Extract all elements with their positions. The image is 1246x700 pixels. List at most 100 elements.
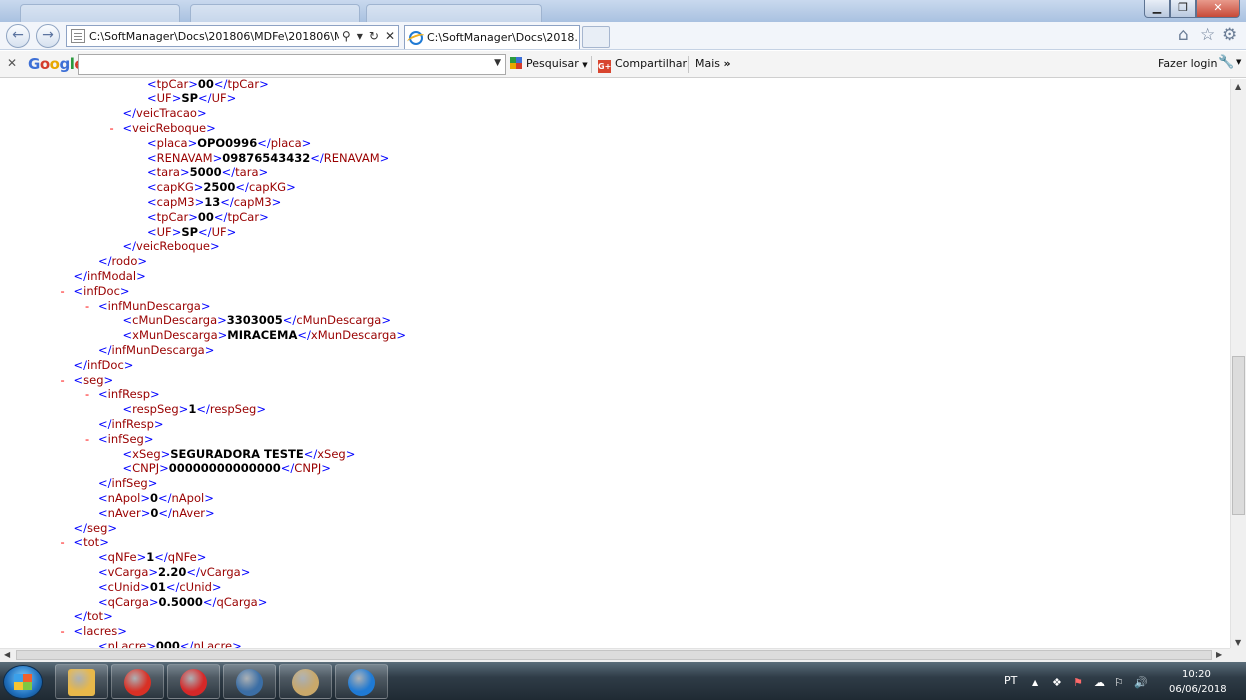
horizontal-scroll-thumb[interactable] [16,650,1212,660]
xml-line: </veicReboque> [123,239,220,254]
xml-tag-name: infSeg [111,476,148,491]
scroll-right-arrow-icon[interactable]: ▶ [1216,650,1222,659]
home-icon[interactable]: ⌂ [1178,25,1189,45]
xml-tag-name: CNPJ [294,461,322,476]
forward-button[interactable]: → [36,24,60,48]
network-error-icon[interactable]: ⚑ [1073,676,1083,689]
volume-icon[interactable]: 🔊 [1134,676,1148,689]
pesquisar-button[interactable]: Pesquisar ▼ [510,57,588,70]
background-tab[interactable] [190,4,360,22]
favorites-star-icon[interactable]: ☆ [1200,25,1215,45]
background-tab[interactable] [366,4,542,22]
google-toolbar: ✕ Google ▼ Pesquisar ▼ G+Compartilhar Ma… [0,51,1246,78]
xml-tag-name: UF [211,91,227,106]
google-search-input[interactable]: ▼ [78,54,506,75]
xml-value: 00 [197,79,214,91]
collapse-toggle[interactable]: - [110,121,114,136]
clock-time[interactable]: 10:20 [1182,669,1211,680]
taskbar-app-file-explorer[interactable] [55,664,108,699]
xml-line: <respSeg>1</respSeg> [123,402,267,417]
collapse-toggle[interactable]: - [85,387,89,402]
dropdown-arrow-icon[interactable]: ▼ [357,32,363,41]
taskbar-app-dx[interactable] [167,664,220,699]
navigation-bar: ← → C:\SoftManager\Docs\201806\MDFe\2018… [0,22,1246,50]
xml-tag-name: tot [83,535,100,550]
xml-tag-name: rodo [111,254,138,269]
xml-bracket: </ [280,461,295,476]
xml-bracket: > [256,402,267,417]
clock-date[interactable]: 06/06/2018 [1169,684,1227,695]
xml-bracket: < [98,564,108,579]
xml-line: <qCarga>0.5000</qCarga> [98,595,267,610]
xml-line: <tpCar>00</tpCar> [147,79,269,92]
background-tab[interactable] [20,4,180,22]
xml-tag-name: xMunDescarga [132,328,218,343]
compartilhar-button[interactable]: G+ Compartilhar [598,57,687,73]
xml-bracket: < [147,224,157,239]
xml-tag-name: nApol [107,490,141,505]
xml-tag-name: capKG [156,180,194,195]
collapse-toggle[interactable]: - [85,432,89,447]
xml-line: - <tot> [61,535,109,550]
xml-line: <nLacre>000</nLacre> [98,639,242,648]
scroll-left-arrow-icon[interactable]: ◀ [4,650,10,659]
ie-tab-icon [409,30,423,45]
dropdown-arrow-icon[interactable]: ▼ [1236,58,1241,66]
active-tab[interactable]: C:\SoftManager\Docs\2018... [404,25,580,49]
refresh-icon[interactable]: ↻ [369,29,379,43]
wrench-icon[interactable]: 🔧 [1218,55,1234,70]
taskbar-app-chrome[interactable] [111,664,164,699]
xml-bracket: </ [196,402,210,417]
xml-bracket: > [159,461,169,476]
xml-bracket: > [259,79,269,91]
xml-bracket: < [98,594,108,609]
xml-bracket: </ [235,180,249,195]
xml-line: </infResp> [98,417,164,432]
back-arrow-icon: ← [12,27,24,43]
xml-value: 2.20 [158,564,187,579]
language-indicator[interactable]: PT [1004,674,1017,687]
collapse-toggle[interactable]: - [61,284,65,299]
login-link[interactable]: Fazer login [1158,57,1217,70]
search-icon[interactable]: ⚲ [342,29,351,43]
close-window-button[interactable]: ✕ [1196,0,1240,18]
taskbar-app-internet-explorer[interactable] [335,664,388,699]
xml-tag-name: capKG [248,180,287,195]
close-toolbar-icon[interactable]: ✕ [7,56,17,70]
xml-line: <RENAVAM>09876543432</RENAVAM> [147,151,389,166]
maximize-button[interactable]: ❐ [1170,0,1196,18]
action-center-flag-icon[interactable]: ⚐ [1114,676,1124,689]
address-bar[interactable]: C:\SoftManager\Docs\201806\MDFe\201806\M… [66,25,399,47]
settings-gear-icon[interactable]: ⚙ [1222,25,1237,45]
scroll-up-arrow-icon[interactable]: ▲ [1235,82,1241,91]
xml-bracket: < [122,328,133,343]
address-url[interactable]: C:\SoftManager\Docs\201806\MDFe\201806\M… [89,30,339,43]
taskbar-app-postgresql[interactable] [223,664,276,699]
back-button[interactable]: ← [6,24,30,48]
xml-tag-name: lacres [83,624,118,639]
scroll-down-arrow-icon[interactable]: ▼ [1235,638,1241,647]
dropdown-arrow-icon[interactable]: ▼ [494,58,501,68]
dropbox-icon[interactable]: ❖ [1052,676,1062,689]
xml-tag-name: nAver [171,505,205,520]
collapse-toggle[interactable]: - [61,373,65,388]
cloud-icon[interactable]: ☁ [1094,676,1105,689]
minimize-button[interactable]: ▁ [1144,0,1170,18]
xml-bracket: </ [73,520,88,535]
xml-bracket: > [345,446,356,461]
show-hidden-icons-arrow[interactable]: ▲ [1032,678,1038,687]
start-button[interactable] [3,665,43,699]
collapse-toggle[interactable]: - [61,535,65,550]
xml-bracket: > [206,120,216,135]
new-tab-button[interactable] [582,26,610,48]
vertical-scroll-thumb[interactable] [1232,356,1245,515]
xml-bracket: < [147,180,157,195]
mais-button[interactable]: Mais » [695,57,731,70]
taskbar-app-paint[interactable] [279,664,332,699]
stop-icon[interactable]: ✕ [385,29,395,43]
xml-tag-name: xMunDescarga [310,328,397,343]
collapse-toggle[interactable]: - [85,299,89,314]
xml-bracket: < [98,638,108,648]
xml-bracket: > [217,328,228,343]
collapse-toggle[interactable]: - [61,624,65,639]
